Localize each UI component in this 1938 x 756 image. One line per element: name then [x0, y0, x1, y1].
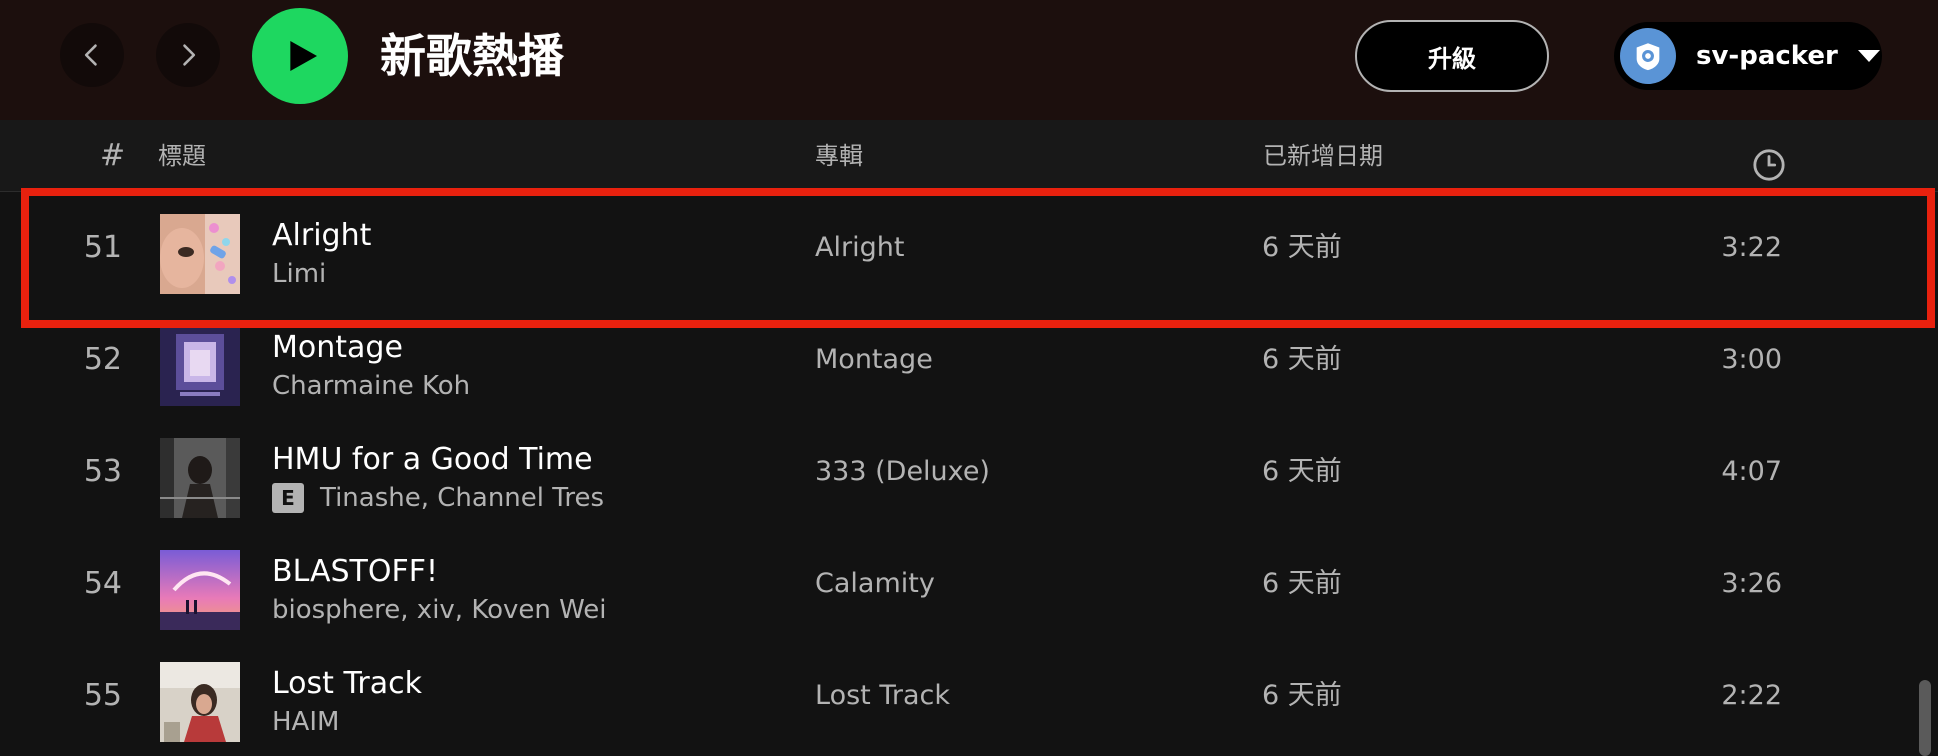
track-album[interactable]: 333 (Deluxe): [815, 416, 990, 528]
track-date-added: 6 天前: [1262, 232, 1342, 263]
track-artist: E Tinashe, Channel Tres: [272, 482, 604, 514]
track-album[interactable]: Alright: [815, 192, 904, 304]
track-number: 52: [83, 342, 122, 377]
play-button[interactable]: [252, 8, 348, 104]
album-art: [160, 438, 240, 518]
play-icon: [290, 41, 317, 71]
artist-link[interactable]: biosphere, xiv, Koven Wei: [272, 594, 607, 626]
back-button[interactable]: [60, 23, 124, 87]
upgrade-button[interactable]: 升級: [1355, 20, 1549, 92]
track-artist: HAIM: [272, 706, 339, 738]
track-row[interactable]: 55 Lost Track HAIM Lost Track 6 天前 2:22: [0, 640, 1910, 752]
album-art: [160, 662, 240, 742]
artist-link[interactable]: HAIM: [272, 706, 339, 738]
track-title[interactable]: HMU for a Good Time: [272, 442, 593, 478]
track-row[interactable]: 51 Alright Limi Alright 6 天前 3:22: [0, 192, 1910, 304]
playlist-title: 新歌熱播: [380, 29, 564, 83]
track-row[interactable]: 54 BLASTOFF! biosphere, xiv, Koven Wei C…: [0, 528, 1910, 640]
track-number: 51: [83, 230, 122, 265]
track-album[interactable]: Calamity: [815, 528, 935, 640]
top-bar: 新歌熱播 升級 sv-packer: [0, 0, 1938, 120]
user-avatar-icon: [1636, 43, 1660, 71]
track-title[interactable]: Lost Track: [272, 666, 422, 702]
avatar: [1620, 28, 1676, 84]
clock-icon: [1753, 149, 1785, 181]
track-duration: 3:22: [1721, 232, 1782, 263]
track-date-added: 6 天前: [1262, 344, 1342, 375]
track-date-added: 6 天前: [1262, 568, 1342, 599]
track-duration: 3:00: [1721, 344, 1782, 375]
caret-down-icon: [1857, 50, 1880, 62]
chevron-right-icon: [183, 44, 196, 66]
track-artist: biosphere, xiv, Koven Wei: [272, 594, 607, 626]
track-title[interactable]: Alright: [272, 218, 371, 254]
column-header-duration[interactable]: [1752, 138, 1785, 181]
track-album[interactable]: Lost Track: [815, 640, 950, 752]
track-number: 53: [83, 454, 122, 489]
column-header-album[interactable]: 專輯: [815, 120, 863, 192]
track-title[interactable]: Montage: [272, 330, 403, 366]
album-art: [160, 550, 240, 630]
forward-button[interactable]: [156, 23, 220, 87]
artist-link[interactable]: Limi: [272, 258, 326, 290]
track-list-header: # 標題 專輯 已新增日期: [0, 120, 1938, 192]
track-duration: 2:22: [1721, 680, 1782, 711]
artist-link[interactable]: Tinashe, Channel Tres: [320, 482, 604, 514]
track-number: 54: [83, 566, 122, 601]
explicit-badge: E: [272, 483, 304, 513]
track-date-added: 6 天前: [1262, 456, 1342, 487]
track-number: 55: [83, 678, 122, 713]
user-menu-button[interactable]: sv-packer: [1614, 22, 1882, 90]
track-date-added: 6 天前: [1262, 680, 1342, 711]
track-row[interactable]: 52 Montage Charmaine Koh Montage 6 天前 3:…: [0, 304, 1910, 416]
track-album[interactable]: Montage: [815, 304, 933, 416]
column-header-title[interactable]: 標題: [158, 120, 206, 192]
chevron-left-icon: [84, 44, 97, 66]
username: sv-packer: [1696, 41, 1838, 71]
column-header-date-added[interactable]: 已新增日期: [1263, 120, 1383, 192]
track-duration: 3:26: [1721, 568, 1782, 599]
track-row[interactable]: 53 HMU for a Good Time E Tinashe, Channe…: [0, 416, 1910, 528]
track-artist: Limi: [272, 258, 326, 290]
track-duration: 4:07: [1721, 456, 1782, 487]
scrollbar[interactable]: [1919, 680, 1931, 756]
album-art: [160, 326, 240, 406]
artist-link[interactable]: Charmaine Koh: [272, 370, 470, 402]
column-header-number: #: [100, 138, 126, 173]
track-title[interactable]: BLASTOFF!: [272, 554, 438, 590]
album-art: [160, 214, 240, 294]
track-artist: Charmaine Koh: [272, 370, 470, 402]
